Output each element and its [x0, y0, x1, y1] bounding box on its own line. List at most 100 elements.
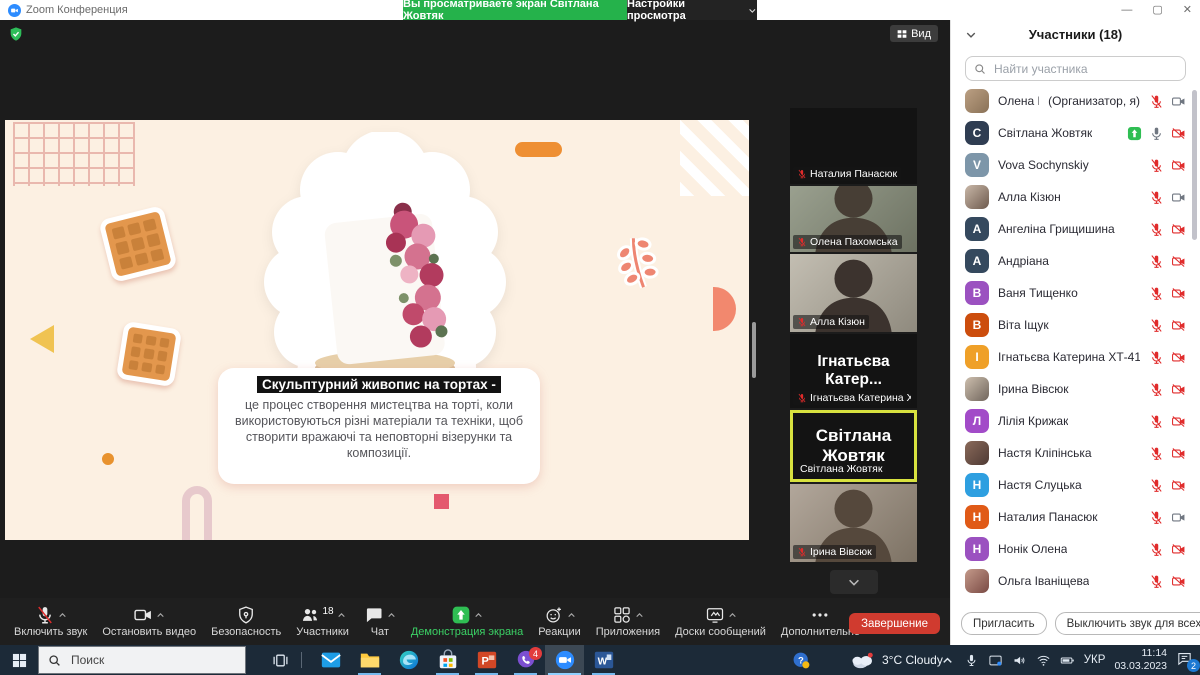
- taskbar-search-input[interactable]: [69, 652, 209, 668]
- participant-row[interactable]: ННаталия Панасюк: [951, 501, 1200, 533]
- avatar: A: [965, 249, 989, 273]
- participant-row[interactable]: ІІгнатьєва Катерина ХТ-41д: [951, 341, 1200, 373]
- participant-row[interactable]: Ірина Вівсюк: [951, 373, 1200, 405]
- chevron-up-icon[interactable]: [156, 607, 165, 616]
- toolbar-participants[interactable]: 18Участники: [292, 603, 353, 640]
- taskbar-edge[interactable]: [389, 645, 428, 675]
- toolbar-whiteboard[interactable]: Доски сообщений: [671, 603, 770, 640]
- mic-muted-icon: [797, 237, 807, 247]
- participant-search[interactable]: [965, 56, 1186, 81]
- participant-name: Настя Кліпінська: [998, 446, 1092, 460]
- video-tile[interactable]: Наталия Панасюк: [790, 108, 917, 184]
- chevron-up-icon[interactable]: [940, 653, 955, 668]
- taskbar-store[interactable]: [428, 645, 467, 675]
- slide-body-text: це процес створення мистецтва на торті, …: [230, 397, 528, 461]
- wifi-icon[interactable]: [1036, 653, 1051, 668]
- video-tile[interactable]: Алла Кізюн: [790, 254, 917, 332]
- microphone-icon[interactable]: [964, 653, 979, 668]
- participant-row[interactable]: Ольга Іваніщева: [951, 565, 1200, 597]
- toolbar-shield[interactable]: Безопасность: [207, 603, 285, 640]
- panel-resize-handle[interactable]: [752, 322, 756, 378]
- chevron-up-icon[interactable]: [635, 607, 644, 616]
- chevron-up-icon[interactable]: [337, 607, 346, 616]
- tablet-icon[interactable]: [988, 653, 1003, 668]
- taskbar-search[interactable]: [38, 646, 246, 674]
- video-tile[interactable]: Світлана ЖовтякСвітлана Жовтяк: [790, 410, 917, 482]
- taskbar-clock[interactable]: 11:14 03.03.2023: [1114, 647, 1167, 673]
- volume-icon[interactable]: [1012, 653, 1027, 668]
- taskbar-powerpoint[interactable]: P: [467, 645, 506, 675]
- waffle-decoration: [98, 205, 178, 283]
- toolbar-chat[interactable]: Чат: [360, 603, 400, 640]
- close-icon[interactable]: ✕: [1183, 5, 1192, 16]
- filmstrip-collapse-button[interactable]: [830, 570, 878, 594]
- reactions-icon: [544, 605, 564, 625]
- toolbar-label: Участники: [296, 626, 349, 638]
- camera-off-icon: [1171, 414, 1186, 429]
- participant-row[interactable]: ЛЛілія Крижак: [951, 405, 1200, 437]
- powerpoint-icon: P: [476, 649, 498, 671]
- task-view-icon[interactable]: [268, 645, 292, 675]
- minimize-icon[interactable]: —: [1121, 5, 1132, 16]
- tile-label: Ігнатьєва Катерина ХТ...: [793, 391, 911, 405]
- participant-row[interactable]: AАнгеліна Грищишина: [951, 213, 1200, 245]
- chevron-up-icon[interactable]: [474, 607, 483, 616]
- video-tile[interactable]: Ігнатьєва Катер...Ігнатьєва Катерина ХТ.…: [790, 334, 917, 408]
- weather-widget[interactable]: 3°C Cloudy: [850, 645, 943, 675]
- view-settings-button[interactable]: Настройки просмотра: [627, 0, 757, 20]
- help-tray-icon[interactable]: ?: [786, 645, 816, 675]
- mic-muted-icon: [1149, 350, 1164, 365]
- panel-scrollbar[interactable]: [1192, 90, 1197, 240]
- panel-collapse-chevron-icon[interactable]: [965, 28, 977, 40]
- participants-icon: [300, 605, 320, 625]
- participant-row[interactable]: Настя Кліпінська: [951, 437, 1200, 469]
- taskbar-word[interactable]: W: [584, 645, 623, 675]
- taskbar-explorer[interactable]: [350, 645, 389, 675]
- taskbar-viber[interactable]: 4: [506, 645, 545, 675]
- camera-off-icon: [1171, 446, 1186, 461]
- camera-icon: [133, 605, 153, 625]
- toolbar-reactions[interactable]: Реакции: [534, 603, 585, 640]
- participant-row[interactable]: VVova Sochynskiy: [951, 149, 1200, 181]
- tile-label-text: Наталия Панасюк: [810, 168, 897, 180]
- participant-row[interactable]: Алла Кізюн: [951, 181, 1200, 213]
- video-tile[interactable]: Олена Пахомська: [790, 186, 917, 252]
- end-meeting-button[interactable]: Завершение: [849, 613, 940, 634]
- maximize-icon[interactable]: ▢: [1152, 5, 1162, 16]
- chevron-up-icon[interactable]: [567, 607, 576, 616]
- participant-row[interactable]: Олена Пахомс...(Организатор, я): [951, 85, 1200, 117]
- chevron-up-icon[interactable]: [58, 607, 67, 616]
- participant-search-input[interactable]: [992, 61, 1177, 77]
- taskbar-zoom[interactable]: [545, 645, 584, 675]
- participant-row[interactable]: CСвітлана Жовтяк: [951, 117, 1200, 149]
- chevron-up-icon[interactable]: [728, 607, 737, 616]
- toolbar-mic-muted[interactable]: Включить звук: [10, 603, 91, 640]
- tile-label: Наталия Панасюк: [793, 167, 901, 181]
- avatar: C: [965, 121, 989, 145]
- explorer-icon: [359, 649, 381, 671]
- participant-row[interactable]: ННонік Олена: [951, 533, 1200, 565]
- toolbar-label: Реакции: [538, 626, 581, 638]
- start-button[interactable]: [0, 645, 38, 675]
- participant-row[interactable]: ВВіта Іщук: [951, 309, 1200, 341]
- invite-button[interactable]: Пригласить: [961, 612, 1047, 635]
- participant-row[interactable]: ВВаня Тищенко: [951, 277, 1200, 309]
- view-button[interactable]: Вид: [890, 25, 938, 42]
- battery-icon[interactable]: [1060, 653, 1075, 668]
- language-indicator[interactable]: УКР: [1084, 654, 1106, 666]
- weather-text: 3°C Cloudy: [882, 653, 943, 667]
- avatar: Н: [965, 473, 989, 497]
- video-tile[interactable]: Ірина Вівсюк: [790, 484, 917, 562]
- mute-all-button[interactable]: Выключить звук для всех: [1055, 612, 1200, 635]
- zoom-meeting-window: Zoom Конференция Вы просматриваете экран…: [0, 0, 1200, 675]
- apps-icon: [612, 605, 632, 625]
- participant-row[interactable]: Н Настя Слуцька: [951, 469, 1200, 501]
- notification-center-icon[interactable]: 2: [1176, 650, 1196, 670]
- participant-row[interactable]: AАндріана: [951, 245, 1200, 277]
- toolbar-screen-share[interactable]: Демонстрация экрана: [407, 603, 527, 640]
- participant-name: Настя Слуцька: [998, 478, 1082, 492]
- chevron-up-icon[interactable]: [387, 607, 396, 616]
- toolbar-camera[interactable]: Остановить видео: [98, 603, 200, 640]
- toolbar-apps[interactable]: Приложения: [592, 603, 664, 640]
- taskbar-mail[interactable]: [311, 645, 350, 675]
